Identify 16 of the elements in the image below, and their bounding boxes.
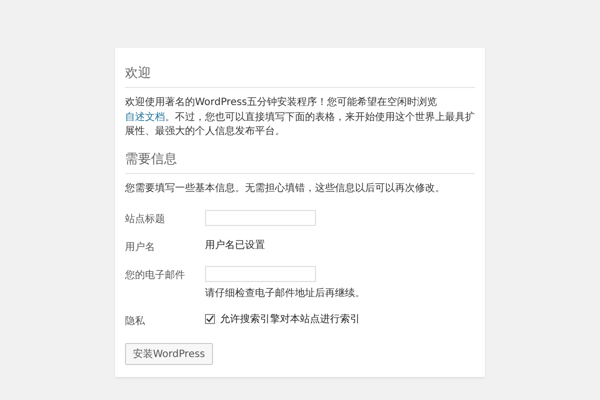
- input-field[interactable]: [205, 210, 316, 226]
- field-label: 站点标题: [125, 212, 166, 226]
- input-field[interactable]: [205, 266, 316, 282]
- field-label: 用户名: [125, 240, 156, 254]
- field-hint: 请仔细检查电子邮件地址后再继续。: [205, 286, 366, 300]
- checkbox-label: 允许搜索引擎对本站点进行索引: [220, 312, 360, 326]
- welcome-heading: 欢迎: [125, 64, 475, 88]
- field-label: 您的电子邮件: [125, 268, 186, 282]
- documentation-link[interactable]: 自述文档: [125, 112, 165, 122]
- field-label: 隐私: [125, 315, 146, 328]
- info-intro: 您需要填写一些基本信息。无需担心填错，这些信息以后可以再次修改。: [125, 182, 446, 196]
- checkbox[interactable]: [205, 314, 215, 324]
- info-heading: 需要信息: [125, 150, 475, 174]
- install-button[interactable]: 安装WordPress: [125, 343, 214, 365]
- welcome-paragraph: 欢迎使用著名的WordPress五分钟安装程序！您可能希望在空闲时浏览 自述文档。不过，您也可以直接填写下面的表格，来开始使用这个世界上最具扩展性、最强大的个人信息发布平台。: [125, 96, 475, 139]
- username-value: 用户名已设置: [205, 238, 266, 252]
